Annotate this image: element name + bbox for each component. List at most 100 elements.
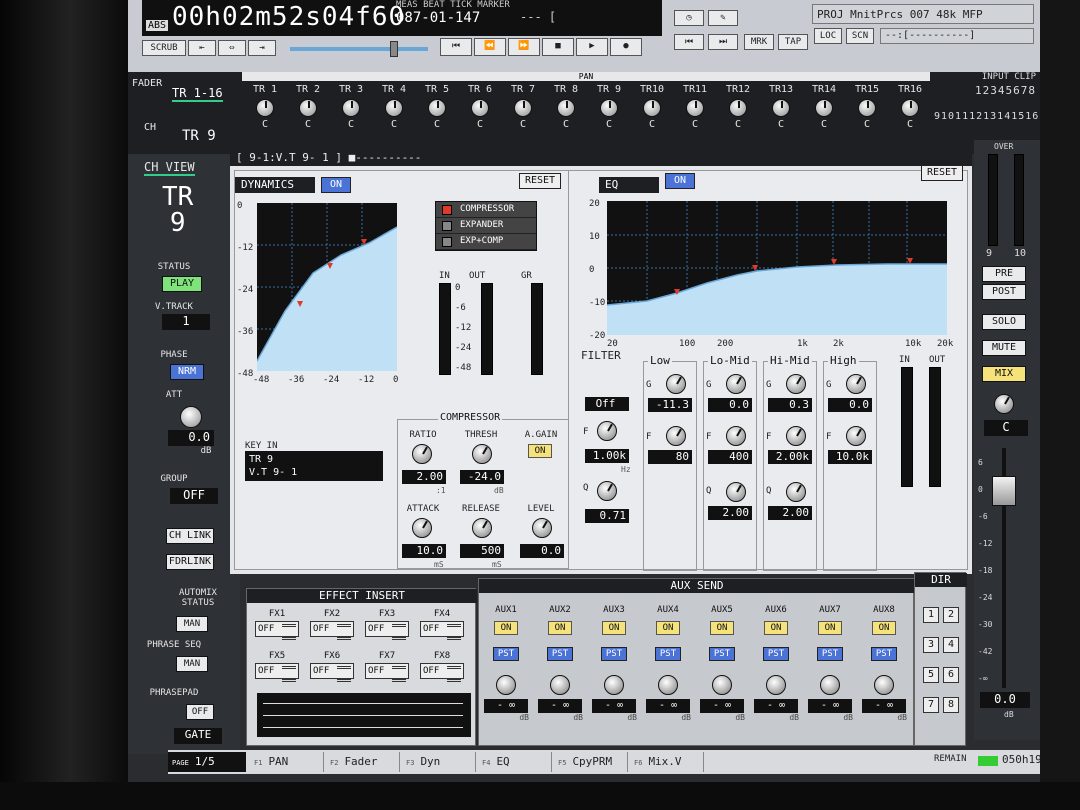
- key-in-display[interactable]: TR 9 V.T 9- 1: [245, 451, 383, 481]
- ratio-knob[interactable]: [412, 444, 432, 464]
- rewind-to-zero-icon[interactable]: ⏮: [440, 38, 472, 56]
- dir-button-8[interactable]: 8: [943, 697, 959, 713]
- automix-button[interactable]: MAN: [176, 616, 208, 632]
- pre-button[interactable]: PRE: [982, 266, 1026, 282]
- fx-off-button[interactable]: OFF: [420, 621, 464, 640]
- aux-level-knob[interactable]: [820, 675, 840, 695]
- dynamics-on-button[interactable]: ON: [321, 177, 351, 193]
- aux-level-knob[interactable]: [874, 675, 894, 695]
- rewind-icon[interactable]: ⏪: [474, 38, 506, 56]
- pan-knob[interactable]: [815, 99, 833, 117]
- scrub-button[interactable]: SCRUB: [142, 40, 186, 56]
- fx-off-button[interactable]: OFF: [365, 621, 409, 640]
- aux-on-button[interactable]: ON: [818, 621, 842, 635]
- pan-knob[interactable]: [643, 99, 661, 117]
- aux-on-button[interactable]: ON: [764, 621, 788, 635]
- aux-on-button[interactable]: ON: [602, 621, 626, 635]
- pan-knob[interactable]: [729, 99, 747, 117]
- fkey-dyn[interactable]: F3 Dyn: [402, 752, 476, 772]
- tap-button[interactable]: TAP: [778, 34, 808, 50]
- fader-range-tab[interactable]: TR 1-16: [172, 86, 223, 102]
- phase-button[interactable]: NRM: [170, 364, 204, 380]
- gain-knob[interactable]: [666, 374, 686, 394]
- again-on-button[interactable]: ON: [528, 444, 552, 458]
- release-knob[interactable]: [472, 518, 492, 538]
- solo-button[interactable]: SOLO: [982, 314, 1026, 330]
- mrk-button[interactable]: MRK: [744, 34, 774, 50]
- pan-knob[interactable]: [342, 99, 360, 117]
- aux-pst-button[interactable]: PST: [601, 647, 627, 661]
- pan-knob[interactable]: [557, 99, 575, 117]
- group-value[interactable]: OFF: [170, 488, 218, 504]
- fkey-fader[interactable]: F2 Fader: [326, 752, 400, 772]
- fdr-link-button[interactable]: FDRLINK: [166, 554, 214, 570]
- fkey-eq[interactable]: F4 EQ: [478, 752, 552, 772]
- pan-knob[interactable]: [772, 99, 790, 117]
- dir-button-7[interactable]: 7: [923, 697, 939, 713]
- pan-knob[interactable]: [256, 99, 274, 117]
- gain-knob[interactable]: [786, 374, 806, 394]
- pan-knob[interactable]: [471, 99, 489, 117]
- scn-button[interactable]: SCN: [846, 28, 874, 44]
- freq-knob[interactable]: [666, 426, 686, 446]
- mix-button[interactable]: MIX: [982, 366, 1026, 382]
- record-icon[interactable]: ●: [610, 38, 642, 56]
- pan-knob[interactable]: [901, 99, 919, 117]
- edit-icon[interactable]: ✎: [708, 10, 738, 26]
- fx-off-button[interactable]: OFF: [365, 663, 409, 682]
- eq-on-button[interactable]: ON: [665, 173, 695, 189]
- channel-pan-knob[interactable]: [994, 394, 1014, 414]
- page-indicator[interactable]: PAGE 1/5: [168, 752, 246, 772]
- aux-pst-button[interactable]: PST: [817, 647, 843, 661]
- eq-reset-button[interactable]: RESET: [921, 165, 963, 181]
- aux-pst-button[interactable]: PST: [709, 647, 735, 661]
- fast-forward-icon[interactable]: ⏩: [508, 38, 540, 56]
- aux-on-button[interactable]: ON: [548, 621, 572, 635]
- filter-q-knob[interactable]: [597, 481, 617, 501]
- fx-off-button[interactable]: OFF: [420, 663, 464, 682]
- thresh-knob[interactable]: [472, 444, 492, 464]
- aux-pst-button[interactable]: PST: [493, 647, 519, 661]
- q-knob[interactable]: [726, 482, 746, 502]
- vtrack-value[interactable]: 1: [162, 314, 210, 330]
- filter-freq-knob[interactable]: [597, 421, 617, 441]
- locate-next-icon[interactable]: ⏭: [708, 34, 738, 50]
- phrasepad-button[interactable]: OFF: [186, 704, 214, 720]
- level-knob[interactable]: [532, 518, 552, 538]
- aux-level-knob[interactable]: [658, 675, 678, 695]
- mute-button[interactable]: MUTE: [982, 340, 1026, 356]
- fkey-pan[interactable]: F1 PAN: [250, 752, 324, 772]
- dir-button-3[interactable]: 3: [923, 637, 939, 653]
- q-knob[interactable]: [786, 482, 806, 502]
- att-knob[interactable]: [180, 406, 202, 428]
- aux-level-knob[interactable]: [496, 675, 516, 695]
- pan-knob[interactable]: [858, 99, 876, 117]
- aux-level-knob[interactable]: [550, 675, 570, 695]
- freq-knob[interactable]: [726, 426, 746, 446]
- pan-knob[interactable]: [686, 99, 704, 117]
- aux-level-knob[interactable]: [604, 675, 624, 695]
- freq-knob[interactable]: [786, 426, 806, 446]
- fx-off-button[interactable]: OFF: [310, 621, 354, 640]
- aux-on-button[interactable]: ON: [710, 621, 734, 635]
- aux-on-button[interactable]: ON: [872, 621, 896, 635]
- status-play-button[interactable]: PLAY: [162, 276, 202, 292]
- aux-level-knob[interactable]: [766, 675, 786, 695]
- stop-icon[interactable]: ■: [542, 38, 574, 56]
- pan-knob[interactable]: [299, 99, 317, 117]
- aux-pst-button[interactable]: PST: [763, 647, 789, 661]
- filter-value[interactable]: Off: [585, 397, 629, 411]
- freq-knob[interactable]: [846, 426, 866, 446]
- dir-button-4[interactable]: 4: [943, 637, 959, 653]
- pan-knob[interactable]: [514, 99, 532, 117]
- fx-off-button[interactable]: OFF: [255, 621, 299, 640]
- aux-pst-button[interactable]: PST: [655, 647, 681, 661]
- channel-fader-cap[interactable]: [992, 476, 1016, 506]
- attack-knob[interactable]: [412, 518, 432, 538]
- loc-button[interactable]: LOC: [814, 28, 842, 44]
- aux-on-button[interactable]: ON: [656, 621, 680, 635]
- dir-button-1[interactable]: 1: [923, 607, 939, 623]
- ch-link-button[interactable]: CH LINK: [166, 528, 214, 544]
- fkey-mixv[interactable]: F6 Mix.V: [630, 752, 704, 772]
- fx-off-button[interactable]: OFF: [310, 663, 354, 682]
